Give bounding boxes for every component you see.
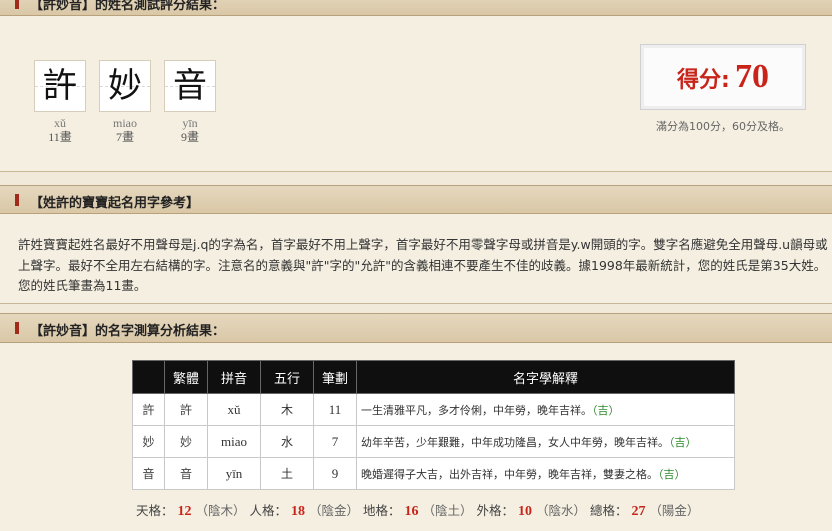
score-note: 滿分為100分，60分及格。 <box>656 120 790 133</box>
row-luck: （吉） <box>658 467 686 481</box>
row-luck: （吉） <box>592 403 620 417</box>
grid-label: 天格： <box>136 503 174 518</box>
row-element: 木 <box>260 393 314 426</box>
table-row: 音 音 yīn 土 9 晚婚遲得子大吉，出外吉祥，中年勞，晚年吉祥，雙妻之格。（… <box>132 457 735 490</box>
row-char: 妙 <box>132 425 165 458</box>
row-char: 許 <box>132 393 165 426</box>
row-strokes: 9 <box>313 457 357 490</box>
section-marker-icon <box>15 0 19 9</box>
row-desc: 一生清雅平凡，多才伶俐，中年勞，晚年吉祥。（吉） <box>356 393 735 426</box>
name-char-card: 音 yīn 9畫 <box>164 60 216 144</box>
grid-element: （陰水） <box>535 503 586 518</box>
row-char: 音 <box>132 457 165 490</box>
name-char-pinyin: yīn <box>182 116 198 130</box>
name-char-pinyin: miao <box>113 116 137 130</box>
grid-value: 12 <box>177 504 192 519</box>
table-row: 妙 妙 miao 水 7 幼年辛苦，少年艱難，中年成功隆昌，女人中年勞，晚年吉祥… <box>132 425 735 458</box>
result-section-title: 【許妙音】的姓名測試評分結果： <box>30 0 226 13</box>
table-header: 筆劃 <box>313 360 357 394</box>
score-label: 得分: <box>677 68 730 93</box>
row-pinyin: xǔ <box>207 393 261 426</box>
row-pinyin: miao <box>207 425 261 458</box>
grid-value: 16 <box>404 504 419 519</box>
table-row: 許 許 xǔ 木 11 一生清雅平凡，多才伶俐，中年勞，晚年吉祥。（吉） <box>132 393 735 426</box>
name-char-card: 妙 miao 7畫 <box>99 60 151 144</box>
row-desc: 幼年辛苦，少年艱難，中年成功隆昌，女人中年勞，晚年吉祥。（吉） <box>356 425 735 458</box>
table-header: 拼音 <box>207 360 261 394</box>
reference-section-header: 【姓許的寶寶起名用字參考】 <box>0 185 832 214</box>
table-header: 名字學解釋 <box>356 360 735 394</box>
name-char-strokes: 9畫 <box>180 130 199 144</box>
grid-element: （陰金） <box>308 503 359 518</box>
row-pinyin: yīn <box>207 457 261 490</box>
row-desc-text: 一生清雅平凡，多才伶俐，中年勞，晚年吉祥。 <box>361 403 592 417</box>
table-header-row: 繁體 拼音 五行 筆劃 名字學解釋 <box>132 360 735 394</box>
row-desc-text: 幼年辛苦，少年艱難，中年成功隆昌，女人中年勞，晚年吉祥。 <box>361 435 669 449</box>
row-desc: 晚婚遲得子大吉，出外吉祥，中年勞，晚年吉祥，雙妻之格。（吉） <box>356 457 735 490</box>
grid-label: 總格： <box>589 503 628 518</box>
five-grids-summary: 天格： 12 （陰木） 人格： 18 （陰金） 地格： 16 （陰土） 外格： … <box>136 500 699 520</box>
table-header <box>132 360 165 394</box>
name-char-pinyin: xǔ <box>54 116 66 130</box>
score-value: 70 <box>734 58 769 95</box>
grid-label: 人格： <box>249 503 287 518</box>
grid-element: （陽金） <box>649 503 700 518</box>
section-marker-icon <box>15 322 19 334</box>
name-char: 音 <box>173 66 207 106</box>
grid-label: 地格： <box>362 503 401 518</box>
score-box: 得分: 70 <box>640 44 806 110</box>
table-header: 五行 <box>260 360 314 394</box>
result-section-header: 【許妙音】的姓名測試評分結果： <box>0 0 832 16</box>
result-panel: 許 xǔ 11畫 妙 miao 7畫 音 yīn 9畫 得分: 70 滿分為10… <box>0 16 832 172</box>
name-char-box: 音 <box>164 60 216 112</box>
row-strokes: 7 <box>313 425 357 458</box>
name-char-box: 妙 <box>99 60 151 112</box>
name-char-card: 許 xǔ 11畫 <box>34 60 86 144</box>
row-trad: 許 <box>164 393 208 426</box>
row-trad: 音 <box>164 457 208 490</box>
reference-section-title: 【姓許的寶寶起名用字參考】 <box>30 196 200 211</box>
grid-value: 18 <box>290 504 305 519</box>
name-char-box: 許 <box>34 60 86 112</box>
name-char-strokes: 7畫 <box>115 130 134 144</box>
reference-text: 許姓寶寶起姓名最好不用聲母是j.q的字為名，首字最好不用上聲字，首字最好不用零聲… <box>18 237 828 293</box>
grid-element: （陰土） <box>422 503 473 518</box>
row-element: 土 <box>260 457 314 490</box>
analysis-section-title: 【許妙音】的名字測算分析結果： <box>30 324 226 339</box>
row-luck: （吉） <box>669 435 697 449</box>
grid-element: （陰木） <box>195 503 246 518</box>
name-char: 妙 <box>108 66 142 106</box>
name-char-strokes: 11畫 <box>48 130 72 144</box>
table-header: 繁體 <box>164 360 208 394</box>
analysis-table: 繁體 拼音 五行 筆劃 名字學解釋 許 許 xǔ 木 11 一生清雅平凡，多才伶… <box>132 360 735 490</box>
grid-value: 10 <box>517 504 532 519</box>
grid-label: 外格： <box>476 503 514 518</box>
analysis-section-header: 【許妙音】的名字測算分析結果： <box>0 313 832 343</box>
row-strokes: 11 <box>313 393 357 426</box>
section-marker-icon <box>15 193 19 206</box>
row-desc-text: 晚婚遲得子大吉，出外吉祥，中年勞，晚年吉祥，雙妻之格。 <box>361 467 658 481</box>
row-trad: 妙 <box>164 425 208 458</box>
name-char: 許 <box>43 66 77 106</box>
grid-value: 27 <box>631 504 646 519</box>
row-element: 水 <box>260 425 314 458</box>
